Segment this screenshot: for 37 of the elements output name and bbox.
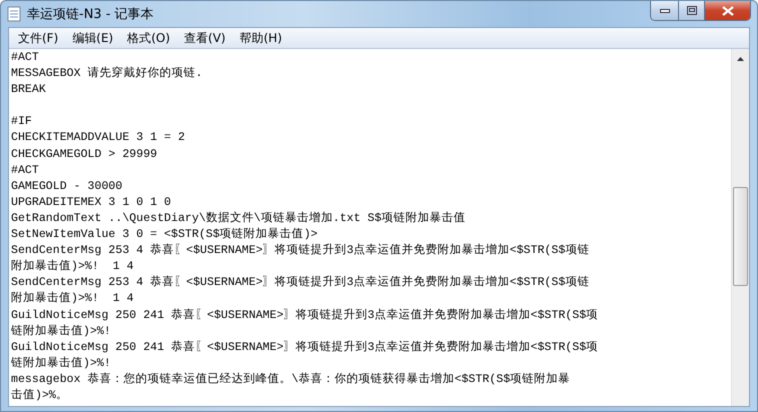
text-line: SetNewItemValue 3 0 = <$STR(S$项链附加暴击值)> — [11, 227, 319, 244]
text-line: #ACT — [11, 50, 40, 66]
maximize-button[interactable] — [678, 1, 704, 20]
menu-item[interactable]: 编辑(E) — [65, 30, 120, 46]
text-line: #ACT — [11, 162, 40, 179]
minimize-button[interactable] — [651, 1, 678, 20]
text-line: 附加暴击值)>%! 1 4 — [11, 259, 135, 276]
text-line: UPGRADEITEMEX 3 1 0 1 0 — [11, 194, 172, 211]
close-button[interactable] — [704, 1, 750, 20]
text-line: SendCenterMsg 253 4 恭喜〖<$USERNAME>〗将项链提升到3点幸运值并免费附加暴击增加<$STR(S$项链 — [11, 243, 590, 260]
text-line: GuildNoticeMsg 250 241 恭喜〖<$USERNAME>〗将项链提升到3点幸运值并免费附加暴击增加<$STR(S$项 — [11, 340, 600, 356]
menu-item[interactable]: 查看(V) — [177, 30, 233, 46]
text-line: GuildNoticeMsg 250 241 恭喜〖<$USERNAME>〗将项链提升到3点幸运值并免费附加暴击增加<$STR(S$项 — [11, 308, 600, 324]
maximize-icon — [686, 6, 696, 15]
text-line: MESSAGEBOX 请先穿戴好你的项链. — [11, 66, 204, 82]
text-line: 链附加暴击值)>%! — [11, 356, 112, 372]
text-line: GAMEGOLD - 30000 — [11, 178, 124, 195]
text-line: CHECKITEMADDVALUE 3 1 = 2 — [11, 130, 186, 146]
text-line: 击值)>%。 — [11, 388, 69, 404]
menu-item[interactable]: 格式(O) — [120, 30, 178, 46]
text-line: BREAK — [11, 82, 47, 98]
text-line: 链附加暴击值)>%! — [11, 324, 112, 340]
text-line: CHECKGAMEGOLD > 29999 — [11, 146, 158, 163]
vertical-scrollbar[interactable] — [731, 49, 749, 406]
text-line: GetRandomText ..\QuestDiary\数据文件\项链暴击增加.txt S$项链附加暴击值 — [11, 210, 466, 227]
window-title: 幸运项链-N3 - 记事本 — [27, 6, 154, 23]
minimize-icon — [660, 8, 670, 12]
scroll-up-icon[interactable] — [737, 57, 744, 61]
scrollbar-thumb[interactable] — [733, 187, 748, 286]
close-icon — [722, 6, 734, 16]
text-line: 附加暴击值)>%! 1 4 — [11, 291, 135, 308]
text-line: SendCenterMsg 253 4 恭喜〖<$USERNAME>〗将项链提升到3点幸运值并免费附加暴击增加<$STR(S$项链 — [11, 275, 590, 292]
menu-item[interactable]: 文件(F) — [11, 30, 66, 46]
notepad-icon — [7, 6, 21, 22]
menu-item[interactable]: 帮助(H) — [232, 30, 289, 46]
text-line: #IF — [11, 114, 33, 130]
text-line: messagebox 恭喜：您的项链幸运值已经达到峰值。\恭喜：你的项链获得暴击增加<$STR(S$项链附加暴 — [11, 372, 572, 388]
